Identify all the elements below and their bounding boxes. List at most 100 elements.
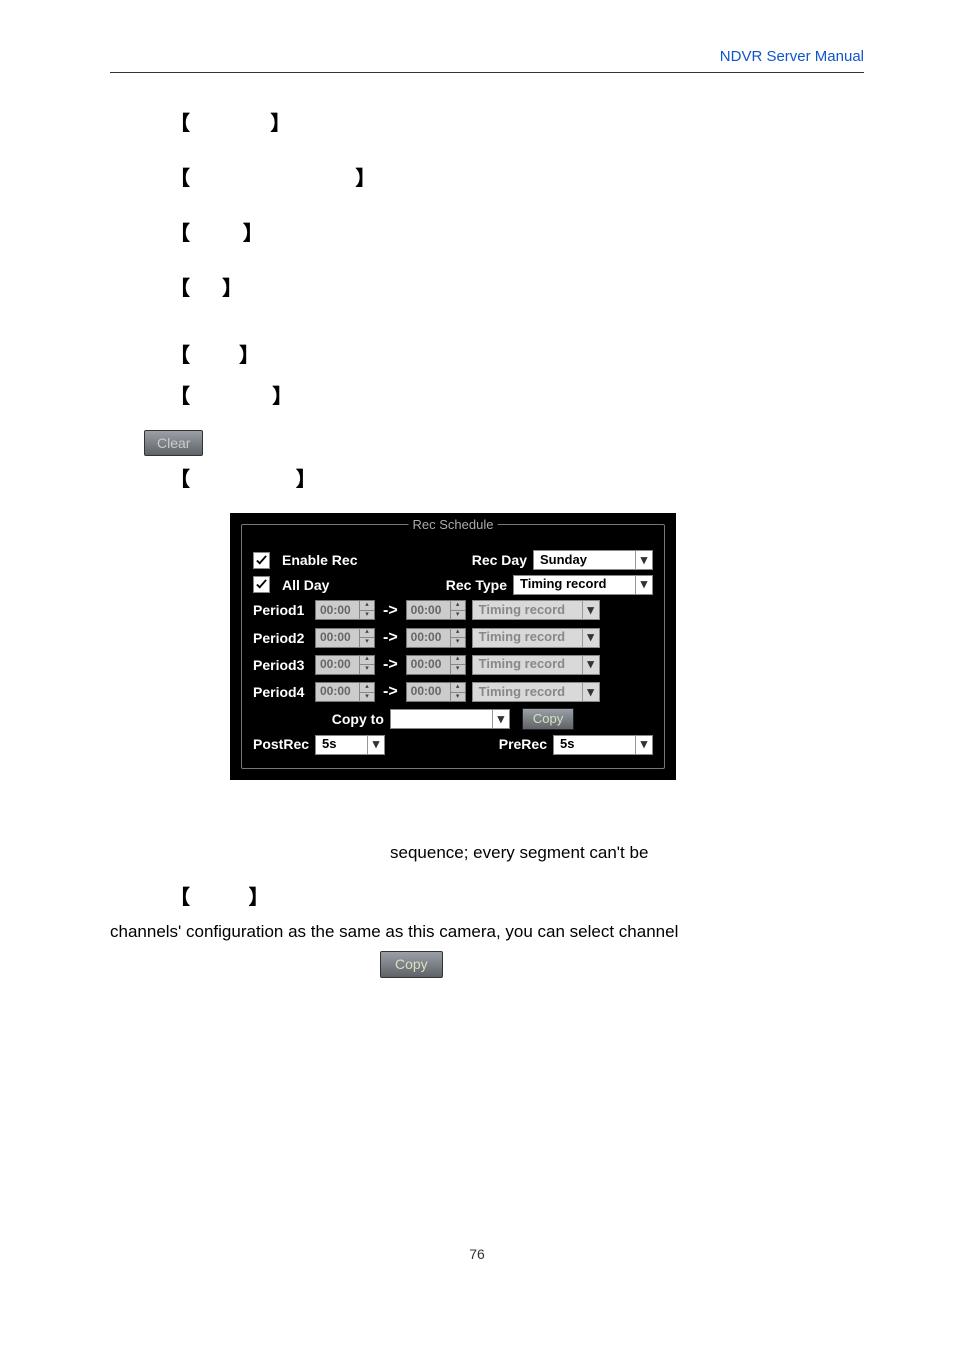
hidden-text: Encoding Frame Rate [190, 170, 355, 189]
rec-type-select[interactable]: Timing record▾ [513, 575, 653, 595]
postrec-value: 5s [316, 735, 367, 754]
enable-rec-checkbox[interactable] [253, 552, 270, 569]
period-row: Period1 00:00▴▾ -> 00:00▴▾ Timing record… [253, 599, 653, 622]
copy-to-label: Copy to [332, 709, 384, 729]
chevron-down-icon: ▾ [582, 655, 599, 674]
header-rule [110, 72, 864, 73]
arrow-icon: -> [381, 680, 400, 703]
open-bracket: 【 [170, 887, 190, 909]
period-row: Period4 00:00▴▾ -> 00:00▴▾ Timing record… [253, 680, 653, 703]
period2-from-spinner[interactable]: 00:00▴▾ [315, 628, 375, 648]
rec-day-value: Sunday [534, 551, 635, 570]
open-bracket: 【 [170, 223, 190, 245]
close-bracket: 】 [355, 168, 375, 190]
all-day-checkbox[interactable] [253, 576, 270, 593]
prerec-value: 5s [554, 735, 635, 754]
open-bracket: 【 [170, 168, 190, 190]
time-value: 00:00 [407, 683, 450, 700]
close-bracket: 】 [272, 386, 292, 408]
time-value: 00:00 [407, 656, 450, 673]
chevron-down-icon: ▾ [582, 628, 599, 647]
open-bracket: 【 [170, 345, 190, 367]
rec-day-select[interactable]: Sunday▾ [533, 550, 653, 570]
type-value: Timing record [473, 655, 582, 674]
hidden-text: Copy to [190, 889, 249, 908]
open-bracket: 【 [170, 278, 190, 300]
period4-to-spinner[interactable]: 00:00▴▾ [406, 682, 466, 702]
period1-to-spinner[interactable]: 00:00▴▾ [406, 600, 466, 620]
hidden-text: Rec Schedule [190, 471, 296, 490]
header-link[interactable]: NDVR Server Manual [720, 48, 864, 65]
postrec-select[interactable]: 5s▾ [315, 735, 385, 755]
hidden-text: Frame [190, 347, 239, 366]
type-value: Timing record [473, 683, 582, 702]
period3-from-spinner[interactable]: 00:00▴▾ [315, 655, 375, 675]
period1-type-select[interactable]: Timing record▾ [472, 600, 600, 620]
chevron-down-icon: ▾ [367, 735, 384, 754]
clear-button-line: Clear [144, 430, 864, 456]
period4-type-select[interactable]: Timing record▾ [472, 682, 600, 702]
all-day-label: All Day [282, 575, 440, 595]
copy-button-line: Copy [380, 951, 864, 977]
close-bracket: 】 [222, 278, 242, 300]
page-number: 76 [0, 1246, 954, 1262]
prerec-label: PreRec [499, 734, 547, 754]
close-bracket: 】 [239, 345, 259, 367]
time-value: 00:00 [316, 629, 359, 646]
rec-type-label: Rec Type [446, 575, 507, 595]
period-row: Period2 00:00▴▾ -> 00:00▴▾ Timing record… [253, 626, 653, 649]
body-text-sequence: sequence; every segment can't be [390, 840, 864, 866]
time-value: 00:00 [316, 683, 359, 700]
bracket-line-1: 【Resolution】 [170, 110, 864, 139]
period-row: Period3 00:00▴▾ -> 00:00▴▾ Timing record… [253, 653, 653, 676]
hidden-text: Quality [190, 225, 243, 244]
arrow-icon: -> [381, 599, 400, 622]
period-label: Period4 [253, 682, 309, 702]
type-value: Timing record [473, 628, 582, 647]
type-value: Timing record [473, 601, 582, 620]
arrow-icon: -> [381, 653, 400, 676]
period-label: Period3 [253, 655, 309, 675]
bracket-line-4: 【Max】 [170, 275, 864, 304]
bracket-line-7: 【Rec Schedule】 [170, 466, 864, 495]
period3-to-spinner[interactable]: 00:00▴▾ [406, 655, 466, 675]
hidden-text: Max [190, 280, 222, 299]
chevron-down-icon: ▾ [492, 710, 509, 729]
period3-type-select[interactable]: Timing record▾ [472, 655, 600, 675]
hidden-text: Resolution [190, 115, 270, 134]
bracket-line-2: 【Encoding Frame Rate】 [170, 165, 864, 194]
open-bracket: 【 [170, 469, 190, 491]
period4-from-spinner[interactable]: 00:00▴▾ [315, 682, 375, 702]
time-value: 00:00 [316, 602, 359, 619]
close-bracket: 】 [243, 223, 263, 245]
chevron-down-icon: ▾ [635, 735, 652, 754]
bracket-line-8: 【Copy to】 [170, 884, 864, 913]
body-text-copy: channels' configuration as the same as t… [110, 919, 864, 945]
chevron-down-icon: ▾ [582, 683, 599, 702]
close-bracket: 】 [296, 469, 316, 491]
period1-from-spinner[interactable]: 00:00▴▾ [315, 600, 375, 620]
bracket-line-6: 【Clear OSD】 [170, 383, 864, 412]
period-label: Period2 [253, 628, 309, 648]
chevron-down-icon: ▾ [582, 601, 599, 620]
open-bracket: 【 [170, 386, 190, 408]
time-value: 00:00 [407, 602, 450, 619]
period2-type-select[interactable]: Timing record▾ [472, 628, 600, 648]
hidden-text: Clear OSD [190, 388, 272, 407]
clear-button[interactable]: Clear [144, 430, 203, 456]
copy-to-select[interactable]: ▾ [390, 709, 510, 729]
rec-type-value: Timing record [514, 575, 635, 594]
chevron-down-icon: ▾ [635, 575, 652, 594]
copy-button-inline[interactable]: Copy [380, 951, 443, 977]
bracket-line-5: 【Frame】 [170, 342, 864, 371]
arrow-icon: -> [381, 626, 400, 649]
enable-rec-label: Enable Rec [282, 550, 466, 570]
close-bracket: 】 [249, 887, 269, 909]
period2-to-spinner[interactable]: 00:00▴▾ [406, 628, 466, 648]
bracket-line-3: 【Quality】 [170, 220, 864, 249]
rec-schedule-panel: Rec Schedule Enable Rec Rec Day Sunday▾ … [230, 513, 676, 779]
rec-day-label: Rec Day [472, 550, 527, 570]
time-value: 00:00 [316, 656, 359, 673]
copy-button[interactable]: Copy [522, 708, 574, 731]
prerec-select[interactable]: 5s▾ [553, 735, 653, 755]
